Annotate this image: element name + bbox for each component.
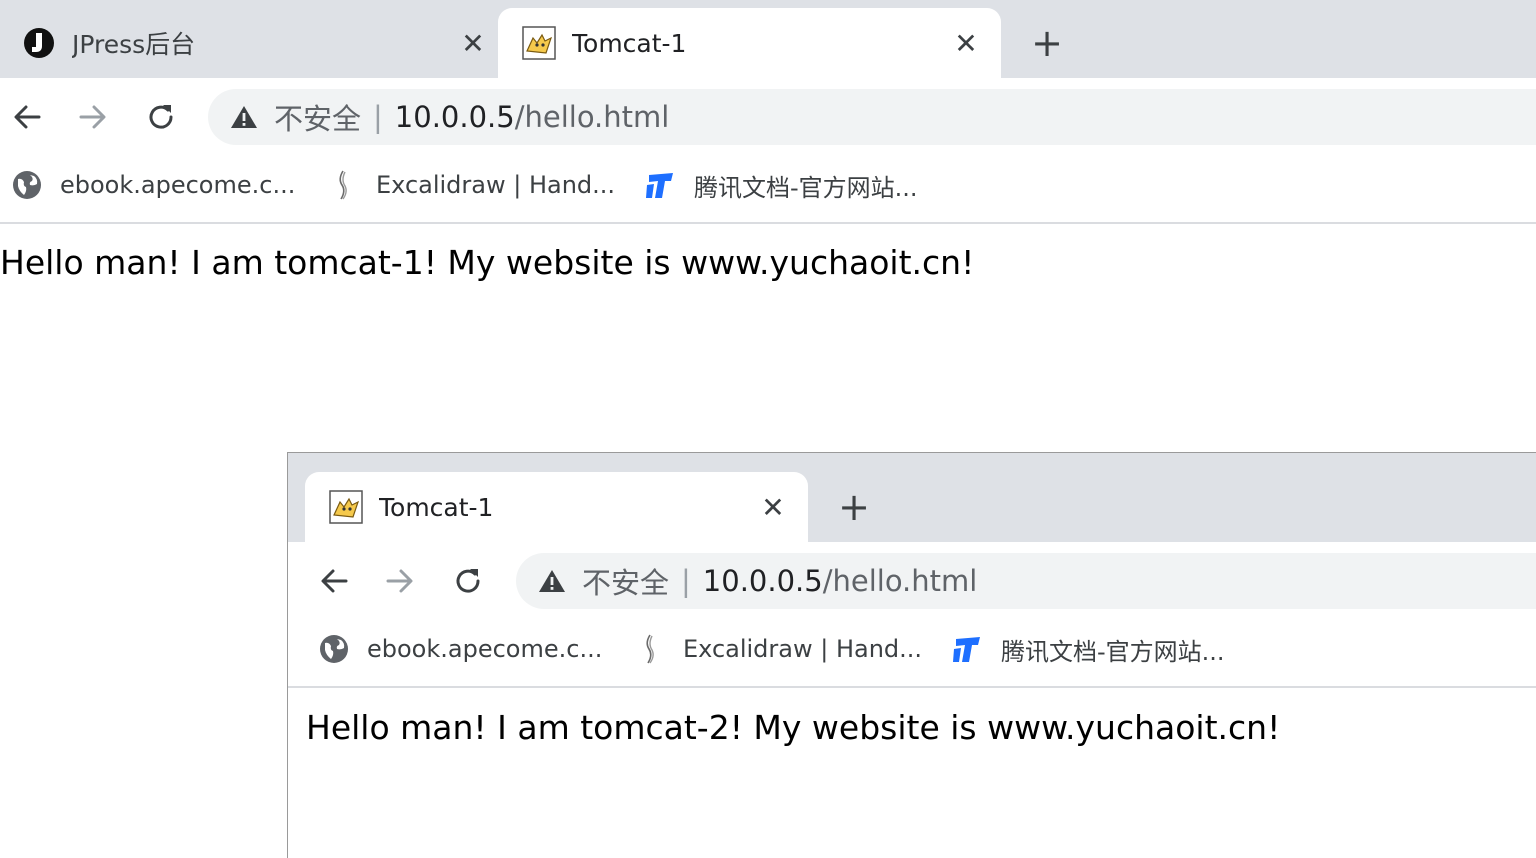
address-bar[interactable]: 不安全 | 10.0.0.5/hello.html (208, 89, 1536, 145)
bookmark-excalidraw[interactable]: Excalidraw | Hand... (634, 612, 922, 686)
url-host: 10.0.0.5 (702, 564, 823, 598)
new-tab-button[interactable]: + (834, 485, 874, 529)
bookmark-ebook[interactable]: ebook.apecome.c... (318, 612, 602, 686)
page-body-text: Hello man! I am tomcat-1! My website is … (0, 243, 975, 282)
tab-jpress[interactable]: JPress后台 ✕ (22, 8, 488, 78)
reload-button[interactable] (142, 98, 180, 136)
bookmarks-bar: ebook.apecome.c... Excalidraw | Hand... … (288, 612, 1536, 688)
tencent-docs-icon (952, 633, 984, 665)
separator: | (681, 564, 691, 598)
bookmark-label: 腾讯文档-官方网站... (694, 173, 918, 202)
bookmark-label: Excalidraw | Hand... (683, 635, 923, 663)
arrow-left-icon (14, 105, 41, 129)
forward-button[interactable] (381, 562, 419, 600)
reload-icon (149, 105, 173, 129)
close-tab-icon[interactable]: ✕ (458, 27, 488, 60)
bookmark-tencent-docs[interactable]: 腾讯文档-官方网站... (645, 148, 918, 222)
excalidraw-icon (327, 169, 359, 201)
tab-tomcat-1[interactable]: Tomcat-1 ✕ (498, 8, 1001, 78)
toolbar: 不安全 | 10.0.0.5/hello.html (288, 548, 1536, 614)
tab-title: JPress后台 (72, 30, 196, 59)
url-text[interactable]: 10.0.0.5/hello.html (395, 100, 670, 134)
arrow-right-icon (386, 569, 413, 593)
globe-icon (11, 169, 43, 201)
tab-tomcat-1[interactable]: Tomcat-1 ✕ (305, 472, 808, 542)
tomcat-icon (522, 26, 556, 60)
warning-icon[interactable] (230, 104, 260, 130)
tab-title: Tomcat-1 (572, 28, 687, 58)
tab-strip: JPress后台 ✕ Tomcat-1 ✕ + (0, 0, 1536, 78)
bookmark-label: Excalidraw | Hand... (376, 171, 616, 199)
back-button[interactable] (8, 98, 46, 136)
new-tab-button[interactable]: + (1027, 21, 1067, 65)
security-label[interactable]: 不安全 (274, 96, 361, 138)
separator: | (373, 100, 383, 134)
url-path: /hello.html (514, 100, 670, 134)
reload-icon (456, 569, 480, 593)
reload-button[interactable] (449, 562, 487, 600)
bookmark-label: ebook.apecome.c... (367, 635, 603, 663)
url-text[interactable]: 10.0.0.5/hello.html (703, 564, 978, 598)
url-host: 10.0.0.5 (394, 100, 515, 134)
globe-icon (318, 633, 350, 665)
bookmarks-bar: ebook.apecome.c... Excalidraw | Hand... … (0, 148, 1536, 224)
forward-button[interactable] (74, 98, 112, 136)
excalidraw-icon (634, 633, 666, 665)
url-path: /hello.html (822, 564, 978, 598)
tencent-docs-icon (645, 169, 677, 201)
close-tab-icon[interactable]: ✕ (758, 491, 788, 524)
back-button[interactable] (315, 562, 353, 600)
bookmark-tencent-docs[interactable]: 腾讯文档-官方网站... (952, 612, 1225, 686)
warning-icon[interactable] (538, 568, 568, 594)
bookmark-ebook[interactable]: ebook.apecome.c... (11, 148, 295, 222)
page-body-text: Hello man! I am tomcat-2! My website is … (306, 708, 1281, 747)
bookmark-label: 腾讯文档-官方网站... (1001, 637, 1225, 666)
arrow-right-icon (79, 105, 106, 129)
bookmark-label: ebook.apecome.c... (60, 171, 296, 199)
close-tab-icon[interactable]: ✕ (951, 27, 981, 60)
address-bar[interactable]: 不安全 | 10.0.0.5/hello.html (516, 553, 1536, 609)
arrow-left-icon (321, 569, 348, 593)
jpress-logo-icon (22, 26, 56, 60)
tab-title: Tomcat-1 (379, 492, 494, 522)
tab-strip: Tomcat-1 ✕ + (288, 453, 1536, 542)
toolbar: 不安全 | 10.0.0.5/hello.html (0, 84, 1536, 150)
tomcat-icon (329, 490, 363, 524)
security-label[interactable]: 不安全 (582, 560, 669, 602)
browser-window-2: Tomcat-1 ✕ + 不安全 | 10.0.0.5/hello.html e… (287, 452, 1536, 858)
bookmark-excalidraw[interactable]: Excalidraw | Hand... (327, 148, 615, 222)
